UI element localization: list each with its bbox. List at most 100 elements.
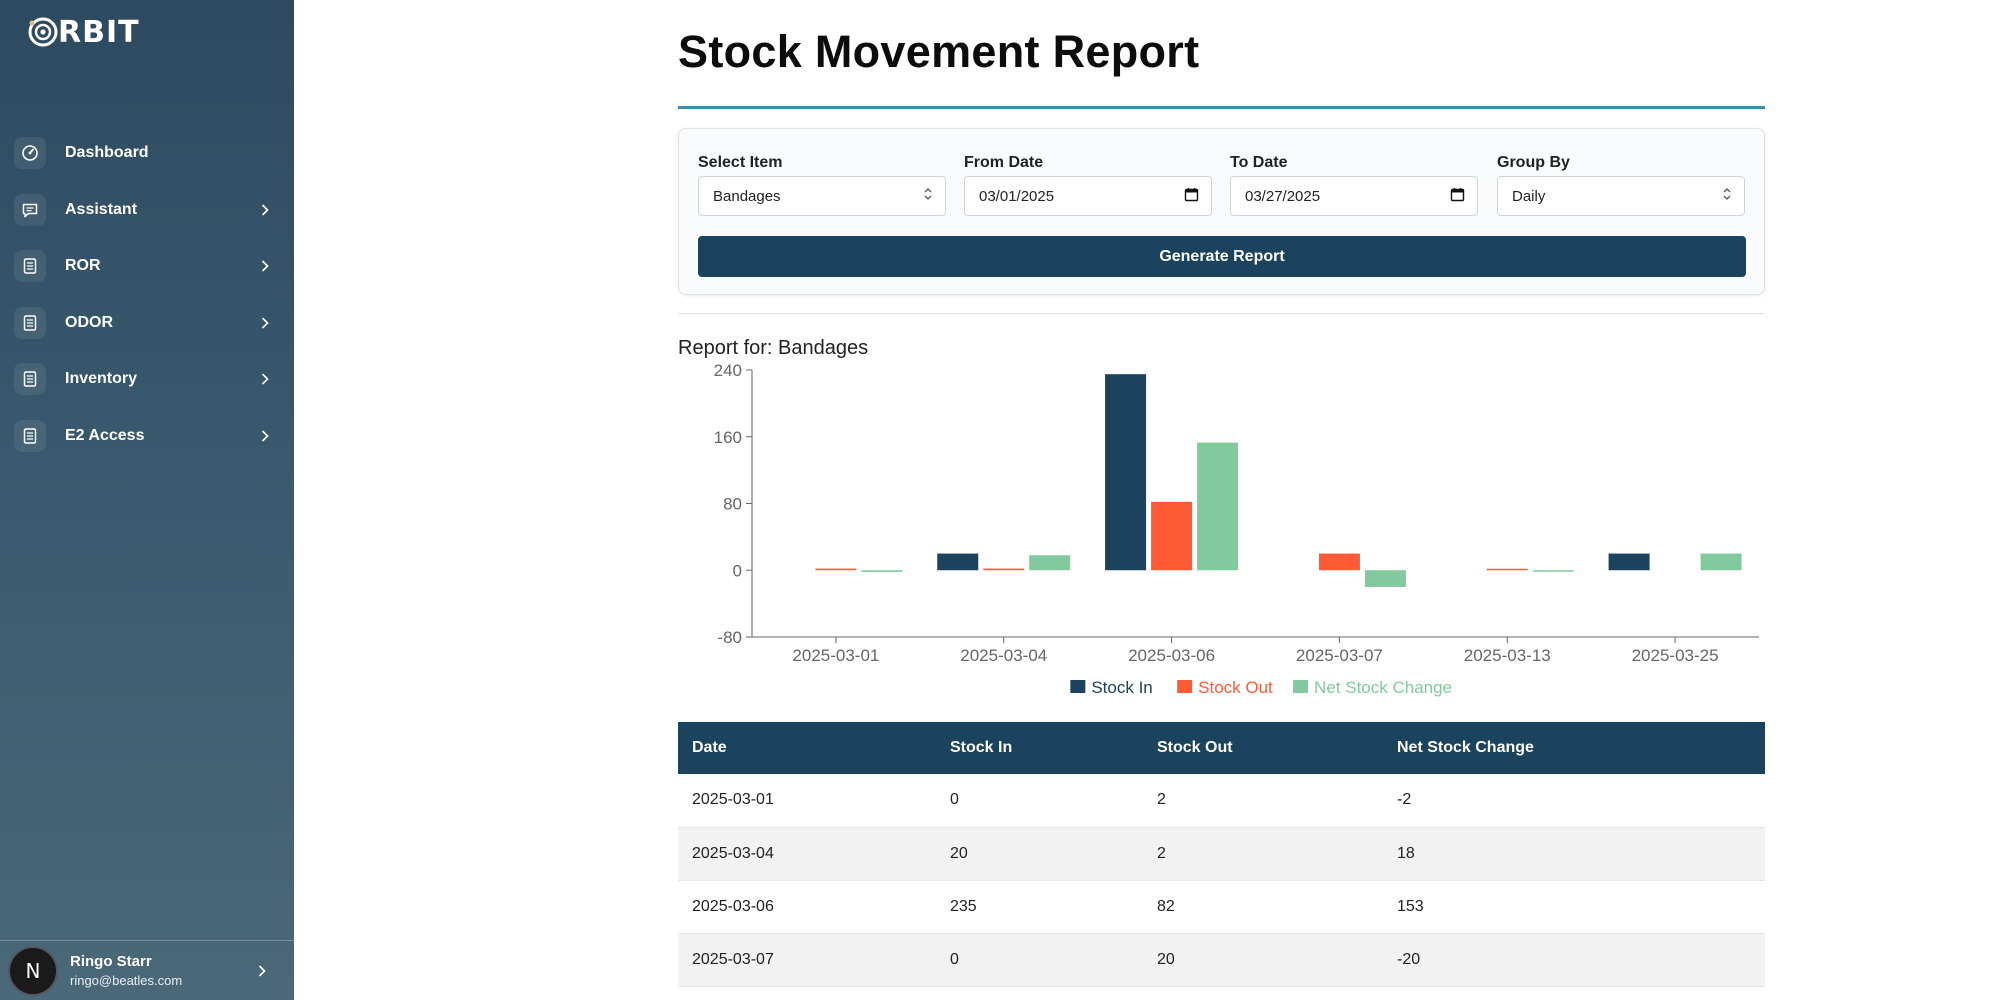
gauge-icon <box>14 137 46 170</box>
cell-net-change: 153 <box>1383 880 1765 934</box>
sidebar-item-label: Assistant <box>65 200 138 218</box>
y-tick-label: 160 <box>714 428 742 447</box>
sidebar-item-label: ROR <box>65 257 101 275</box>
chat-icon <box>14 193 46 226</box>
from-date-value: 03/01/2025 <box>979 187 1055 205</box>
bar-net-stock-change <box>1700 553 1742 571</box>
sidebar-item-odor[interactable]: ODOR <box>0 295 294 352</box>
group-by-field: Group By Daily <box>1497 154 1745 216</box>
orbit-logo[interactable]: RBIT <box>26 14 140 50</box>
cell-date: 2025-03-07 <box>678 933 936 987</box>
generate-report-button[interactable]: Generate Report <box>698 236 1746 277</box>
select-arrows-icon <box>1722 187 1732 205</box>
from-date-input[interactable]: 03/01/2025 <box>964 176 1212 216</box>
cell-stock-out: 82 <box>1143 880 1383 934</box>
cell-net-change: -2 <box>1383 774 1765 828</box>
table-row: 2025-03-04 20 2 18 <box>678 827 1765 881</box>
y-tick-label: 80 <box>723 495 742 514</box>
sidebar-nav: Dashboard Assistant ROR ODOR Inventory E… <box>0 125 294 464</box>
x-tick-label: 2025-03-01 <box>792 646 879 665</box>
sidebar-item-label: Inventory <box>65 370 138 388</box>
select-item-label: Select Item <box>698 154 783 171</box>
bar-stock-out <box>1486 568 1528 571</box>
bar-net-stock-change <box>1197 442 1239 571</box>
chevron-right-icon <box>258 316 272 330</box>
cell-net-change: 18 <box>1383 827 1765 881</box>
user-name: Ringo Starr <box>70 953 152 970</box>
document-icon <box>14 250 46 283</box>
x-tick-label: 2025-03-25 <box>1632 646 1719 665</box>
bar-stock-in <box>937 553 979 571</box>
column-header-net-stock-change[interactable]: Net Stock Change <box>1383 722 1765 774</box>
legend-swatch <box>1070 680 1086 693</box>
select-item-dropdown[interactable]: Bandages <box>698 176 946 216</box>
to-date-label: To Date <box>1230 154 1288 171</box>
bar-net-stock-change <box>861 570 903 572</box>
section-divider <box>678 313 1765 314</box>
cell-stock-out: 2 <box>1143 774 1383 828</box>
user-email: ringo@beatles.com <box>70 973 183 988</box>
x-tick-label: 2025-03-13 <box>1464 646 1551 665</box>
legend-swatch <box>1293 680 1309 693</box>
y-tick-label: -80 <box>717 628 742 647</box>
select-arrows-icon <box>923 187 933 205</box>
sidebar-item-inventory[interactable]: Inventory <box>0 351 294 408</box>
to-date-input[interactable]: 03/27/2025 <box>1230 176 1478 216</box>
column-header-stock-in[interactable]: Stock In <box>936 722 1143 774</box>
report-heading: Report for: Bandages <box>678 337 869 359</box>
bar-net-stock-change <box>1364 570 1406 587</box>
page-title: Stock Movement Report <box>678 26 1200 77</box>
chevron-right-icon <box>258 429 272 443</box>
x-tick-label: 2025-03-04 <box>960 646 1047 665</box>
column-header-stock-out[interactable]: Stock Out <box>1143 722 1383 774</box>
user-profile-menu[interactable]: N Ringo Starr ringo@beatles.com <box>0 940 294 1000</box>
sidebar-item-e2-access[interactable]: E2 Access <box>0 408 294 465</box>
chevron-right-icon <box>258 372 272 386</box>
bar-stock-out <box>1318 553 1360 571</box>
calendar-icon[interactable] <box>1184 187 1199 206</box>
group-by-dropdown[interactable]: Daily <box>1497 176 1745 216</box>
bar-stock-out <box>815 568 857 571</box>
table-header-row: Date Stock In Stock Out Net Stock Change <box>678 722 1765 774</box>
chevron-right-icon <box>258 259 272 273</box>
avatar-initial: N <box>25 958 41 983</box>
bar-stock-in <box>1608 553 1650 571</box>
table-row: 2025-03-07 0 20 -20 <box>678 933 1765 987</box>
table-row: 2025-03-06 235 82 153 <box>678 880 1765 934</box>
chevron-right-icon <box>258 203 272 217</box>
column-header-date[interactable]: Date <box>678 722 936 774</box>
table-row: 2025-03-01 0 2 -2 <box>678 774 1765 828</box>
cell-date: 2025-03-01 <box>678 774 936 828</box>
sidebar-item-assistant[interactable]: Assistant <box>0 182 294 239</box>
document-icon <box>14 363 46 396</box>
to-date-field: To Date 03/27/2025 <box>1230 154 1478 216</box>
document-icon <box>14 306 46 339</box>
orbit-logo-icon <box>26 15 60 49</box>
legend-swatch <box>1177 680 1193 693</box>
cell-stock-in: 20 <box>936 827 1143 881</box>
legend-label: Stock Out <box>1198 678 1273 697</box>
cell-stock-in: 235 <box>936 880 1143 934</box>
bar-stock-out <box>1151 501 1193 571</box>
sidebar: RBIT Dashboard Assistant ROR ODOR Invent… <box>0 0 294 1000</box>
filter-card: Select Item Bandages From Date 03/01/202… <box>678 128 1765 295</box>
sidebar-item-label: E2 Access <box>65 426 145 444</box>
stock-movement-chart: -80 0 80 160 240 2025-03-01 2025-03-04 2025-03-… <box>714 361 1759 697</box>
x-tick-label: 2025-03-06 <box>1128 646 1215 665</box>
sidebar-item-dashboard[interactable]: Dashboard <box>0 125 294 182</box>
cell-date: 2025-03-06 <box>678 880 936 934</box>
logo-text: RBIT <box>58 14 140 50</box>
from-date-label: From Date <box>964 154 1044 171</box>
sidebar-item-ror[interactable]: ROR <box>0 238 294 295</box>
sidebar-item-label: Dashboard <box>65 144 149 162</box>
avatar: N <box>8 945 58 996</box>
x-tick-label: 2025-03-07 <box>1296 646 1383 665</box>
bar-stock-out <box>983 568 1025 571</box>
title-divider <box>678 106 1765 109</box>
calendar-icon[interactable] <box>1450 187 1465 206</box>
bar-stock-in <box>1105 374 1147 571</box>
legend-label: Net Stock Change <box>1314 678 1452 697</box>
user-info: Ringo Starr ringo@beatles.com <box>70 953 252 988</box>
from-date-field: From Date 03/01/2025 <box>964 154 1212 216</box>
cell-stock-out: 2 <box>1143 827 1383 881</box>
